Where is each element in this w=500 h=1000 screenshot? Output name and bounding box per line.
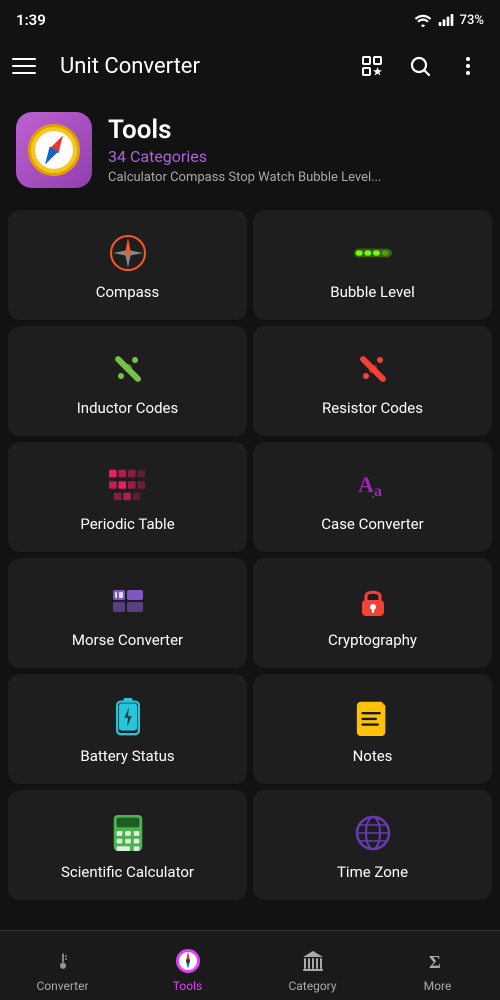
search-icon: [408, 54, 432, 78]
top-bar-actions: [352, 46, 488, 86]
inductor-label: Inductor Codes: [77, 399, 179, 417]
status-icons: 73%: [414, 13, 484, 28]
case-converter-icon: A a: [353, 465, 393, 505]
menu-button[interactable]: [12, 48, 48, 84]
grid-item-inductor[interactable]: Inductor Codes: [8, 326, 247, 436]
svg-text:Σ: Σ: [429, 952, 441, 972]
grid-item-periodic[interactable]: Periodic Table: [8, 442, 247, 552]
tools-description: Calculator Compass Stop Watch Bubble Lev…: [108, 170, 484, 185]
nav-item-category[interactable]: Category: [250, 939, 375, 993]
hamburger-line-3: [12, 72, 36, 74]
morse-label: Morse Converter: [72, 631, 183, 649]
grid-item-resistor[interactable]: Resistor Codes: [253, 326, 492, 436]
tools-grid: Compass Bubble Level Inductor Codes: [0, 204, 500, 906]
grid-item-battery[interactable]: Battery Status: [8, 674, 247, 784]
nav-item-converter[interactable]: Converter: [0, 939, 125, 993]
grid-item-sci-calc[interactable]: Scientific Calculator: [8, 790, 247, 900]
top-bar: Unit Converter: [0, 36, 500, 96]
header-text: Tools 34 Categories Calculator Compass S…: [108, 115, 484, 185]
sigma-icon: Σ: [424, 947, 452, 975]
battery-label: Battery Status: [80, 747, 174, 765]
cryptography-label: Cryptography: [328, 631, 417, 649]
bottom-nav: Converter Tools: [0, 930, 500, 1000]
resistor-label: Resistor Codes: [322, 399, 423, 417]
compass-needle-south: [41, 147, 59, 168]
tools-nav-icon: [174, 947, 202, 975]
notes-icon: [353, 697, 393, 737]
grid-item-case[interactable]: A a Case Converter: [253, 442, 492, 552]
resistor-icon: [353, 349, 393, 389]
nav-tools-label: Tools: [173, 979, 202, 993]
compass-label: Compass: [96, 283, 160, 301]
status-time: 1:39: [16, 11, 46, 29]
scientific-calculator-icon: [108, 813, 148, 853]
bubble-level-label: Bubble Level: [330, 283, 415, 301]
grid-item-cryptography[interactable]: Cryptography: [253, 558, 492, 668]
category-icon: [299, 947, 327, 975]
hamburger-line-1: [12, 58, 36, 60]
hamburger-line-2: [12, 65, 36, 67]
morse-icon: [108, 581, 148, 621]
signal-icon: [438, 13, 454, 27]
nav-item-more[interactable]: Σ More: [375, 939, 500, 993]
grid-item-bubble-level[interactable]: Bubble Level: [253, 210, 492, 320]
cryptography-icon: [353, 581, 393, 621]
grid-item-compass[interactable]: Compass: [8, 210, 247, 320]
nav-more-label: More: [424, 979, 452, 993]
nav-item-tools[interactable]: Tools: [125, 939, 250, 993]
case-converter-label: Case Converter: [321, 515, 423, 533]
timezone-label: Time Zone: [337, 863, 408, 881]
more-vert-icon: [456, 54, 480, 78]
grid-item-timezone[interactable]: Time Zone: [253, 790, 492, 900]
grid-star-icon: [360, 54, 384, 78]
inductor-icon: [108, 349, 148, 389]
svg-text:A: A: [358, 472, 374, 497]
nav-category-label: Category: [288, 979, 336, 993]
favorites-button[interactable]: [352, 46, 392, 86]
sci-calc-label: Scientific Calculator: [61, 863, 194, 881]
more-options-button[interactable]: [448, 46, 488, 86]
notes-label: Notes: [353, 747, 393, 765]
thermometer-icon: [49, 947, 77, 975]
tools-title: Tools: [108, 115, 484, 145]
tools-categories: 34 Categories: [108, 147, 484, 166]
grid-item-morse[interactable]: Morse Converter: [8, 558, 247, 668]
compass-icon: [28, 124, 80, 176]
tools-icon-bg: [16, 112, 92, 188]
battery-label: 73%: [460, 13, 484, 28]
periodic-label: Periodic Table: [80, 515, 174, 533]
status-bar: 1:39 73%: [0, 0, 500, 36]
battery-status-icon: [108, 697, 148, 737]
svg-text:a: a: [374, 483, 382, 500]
periodic-table-icon: [108, 465, 148, 505]
header-card: Tools 34 Categories Calculator Compass S…: [0, 96, 500, 204]
timezone-icon: [353, 813, 393, 853]
app-title: Unit Converter: [60, 54, 340, 79]
bubble-level-icon: [353, 233, 393, 273]
wifi-icon: [414, 13, 432, 27]
search-button[interactable]: [400, 46, 440, 86]
grid-item-notes[interactable]: Notes: [253, 674, 492, 784]
compass-grid-icon: [108, 233, 148, 273]
nav-converter-label: Converter: [36, 979, 88, 993]
